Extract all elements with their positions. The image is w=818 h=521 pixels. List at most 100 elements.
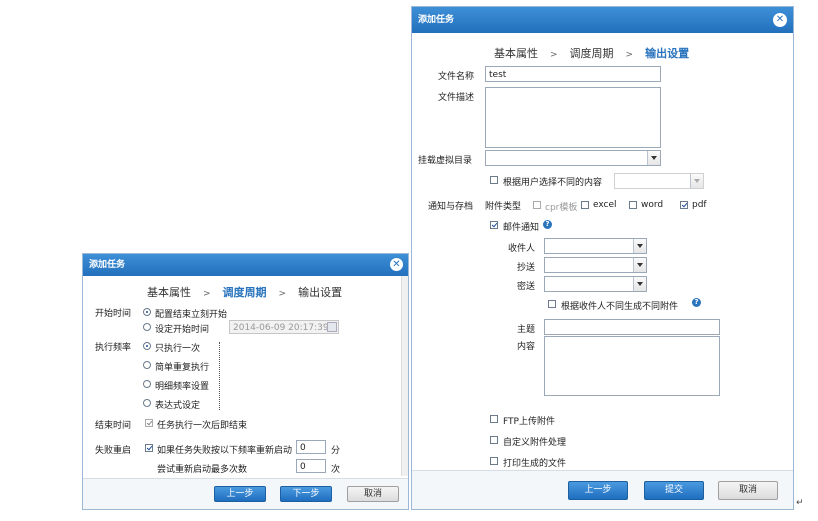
chevron-right-icon: > [203, 289, 211, 299]
retry-interval-input[interactable]: 0 [296, 440, 326, 454]
file-name-input[interactable]: test [485, 66, 661, 82]
cancel-button[interactable]: 取消 [718, 481, 778, 500]
chevron-right-icon: > [278, 289, 287, 299]
attach-cpr-checkbox[interactable] [533, 201, 541, 209]
cc-label: 抄送 [517, 263, 536, 273]
content-textarea[interactable] [544, 336, 720, 396]
chevron-down-icon [690, 174, 703, 188]
dialog-left-titlebar: 添加任务 ✕ [83, 254, 408, 276]
help-icon[interactable]: ? [692, 298, 701, 307]
dialog-left-title: 添加任务 [89, 260, 126, 270]
start-datetime-value: 2014-06-09 20:17:39 [233, 323, 329, 333]
ftp-upload-label: FTP上传附件 [503, 417, 555, 427]
dialog-left: 添加任务 ✕ 基本属性 > 调度周期 > 输出设置 开始时间 配置结束立刻开始 设定开始… [82, 253, 409, 510]
prev-button[interactable]: 上一步 [214, 486, 266, 502]
radio-detail-frequency[interactable] [143, 380, 151, 388]
radio-set-start-time[interactable] [143, 323, 151, 331]
mount-dir-label: 挂载虚拟目录 [418, 156, 473, 166]
print-file-checkbox[interactable] [490, 457, 498, 465]
dialog-left-footer: 上一步 下一步 取消 [83, 478, 408, 509]
dialog-right-steps: 基本属性 > 调度周期 > 输出设置 [494, 45, 689, 61]
retry-option-label: 如果任务失败按以下频率重新启动 [157, 446, 293, 456]
attach-pdf-checkbox[interactable] [680, 201, 688, 209]
radio-simple-repeat-label: 简单重复执行 [155, 363, 210, 373]
attach-excel-label: excel [593, 200, 617, 210]
mount-dir-select[interactable] [485, 150, 661, 166]
retry-max-unit: 次 [331, 465, 341, 475]
radio-expression[interactable] [143, 399, 151, 407]
attach-word-label: word [641, 200, 664, 210]
next-button[interactable]: 下一步 [280, 486, 332, 502]
dialog-right-titlebar: 添加任务 ✕ [412, 7, 793, 33]
notify-label: 通知与存档 [428, 202, 474, 212]
email-notify-label: 邮件通知 [503, 223, 540, 233]
attach-pdf-label: pdf [692, 200, 707, 210]
radio-start-immediately[interactable] [143, 308, 151, 316]
per-recipient-checkbox[interactable] [548, 300, 556, 308]
cc-select[interactable] [544, 257, 647, 273]
dialog-left-scrollbar[interactable] [401, 276, 408, 476]
retry-interval-unit: 分 [331, 446, 341, 456]
step-basic[interactable]: 基本属性 [494, 47, 538, 60]
print-file-label: 打印生成的文件 [503, 459, 567, 469]
email-notify-checkbox[interactable] [490, 221, 498, 229]
step-basic[interactable]: 基本属性 [147, 286, 191, 299]
retry-max-label: 尝试重新启动最多次数 [157, 465, 248, 475]
chevron-down-icon [647, 151, 660, 165]
by-user-choice-select[interactable] [614, 173, 704, 189]
chevron-down-icon [633, 239, 646, 253]
chevron-right-icon: > [625, 50, 634, 60]
recipient-label: 收件人 [508, 244, 536, 254]
custom-attach-label: 自定义附件处理 [503, 438, 567, 448]
subject-input[interactable] [544, 319, 720, 335]
prev-button[interactable]: 上一步 [568, 481, 628, 500]
frequency-divider [219, 342, 220, 410]
by-user-choice-checkbox[interactable] [490, 176, 498, 184]
end-after-once-checkbox[interactable] [145, 419, 153, 427]
chevron-right-icon: > [550, 50, 558, 60]
attach-type-label: 附件类型 [485, 202, 522, 212]
file-name-label: 文件名称 [438, 72, 475, 82]
retry-max-input[interactable]: 0 [296, 459, 326, 473]
radio-run-once[interactable] [143, 342, 151, 350]
ftp-upload-checkbox[interactable] [490, 415, 498, 423]
by-user-choice-label: 根据用户选择不同的内容 [503, 178, 603, 188]
subject-label: 主题 [517, 325, 536, 335]
dialog-left-steps: 基本属性 > 调度周期 > 输出设置 [147, 284, 342, 300]
recipient-select[interactable] [544, 238, 647, 254]
dialog-right: 添加任务 ✕ 基本属性 > 调度周期 > 输出设置 文件名称 test 文件描述 挂载虚… [411, 6, 794, 510]
content-label: 内容 [517, 342, 536, 352]
retry-label: 失败重启 [95, 446, 132, 456]
radio-expression-label: 表达式设定 [155, 401, 201, 411]
chevron-down-icon [633, 277, 646, 291]
file-desc-textarea[interactable] [485, 87, 661, 148]
close-icon[interactable]: ✕ [390, 258, 403, 271]
step-schedule[interactable]: 调度周期 [570, 47, 614, 60]
attach-excel-checkbox[interactable] [581, 201, 589, 209]
end-after-once-label: 任务执行一次后即结束 [157, 421, 248, 431]
bcc-select[interactable] [544, 276, 647, 292]
help-icon[interactable]: ? [543, 220, 552, 229]
radio-simple-repeat[interactable] [143, 361, 151, 369]
custom-attach-checkbox[interactable] [490, 436, 498, 444]
end-time-label: 结束时间 [95, 421, 132, 431]
close-icon[interactable]: ✕ [773, 13, 787, 27]
step-output[interactable]: 输出设置 [645, 47, 689, 60]
cancel-button[interactable]: 取消 [347, 486, 399, 502]
calendar-icon[interactable] [327, 322, 337, 332]
dialog-right-title: 添加任务 [418, 15, 455, 25]
file-desc-label: 文件描述 [438, 93, 475, 103]
start-time-label: 开始时间 [95, 309, 132, 319]
start-datetime-input[interactable]: 2014-06-09 20:17:39 [229, 320, 339, 334]
radio-run-once-label: 只执行一次 [155, 344, 201, 354]
frequency-label: 执行频率 [95, 343, 132, 353]
radio-start-immediately-label: 配置结束立刻开始 [155, 310, 228, 320]
bcc-label: 密送 [517, 282, 536, 292]
attach-word-checkbox[interactable] [629, 201, 637, 209]
dialog-right-footer: 上一步 提交 取消 [412, 470, 793, 509]
radio-set-start-time-label: 设定开始时间 [155, 325, 210, 335]
step-schedule[interactable]: 调度周期 [223, 286, 267, 299]
retry-checkbox[interactable] [145, 444, 153, 452]
submit-button[interactable]: 提交 [644, 481, 704, 500]
step-output[interactable]: 输出设置 [298, 286, 342, 299]
